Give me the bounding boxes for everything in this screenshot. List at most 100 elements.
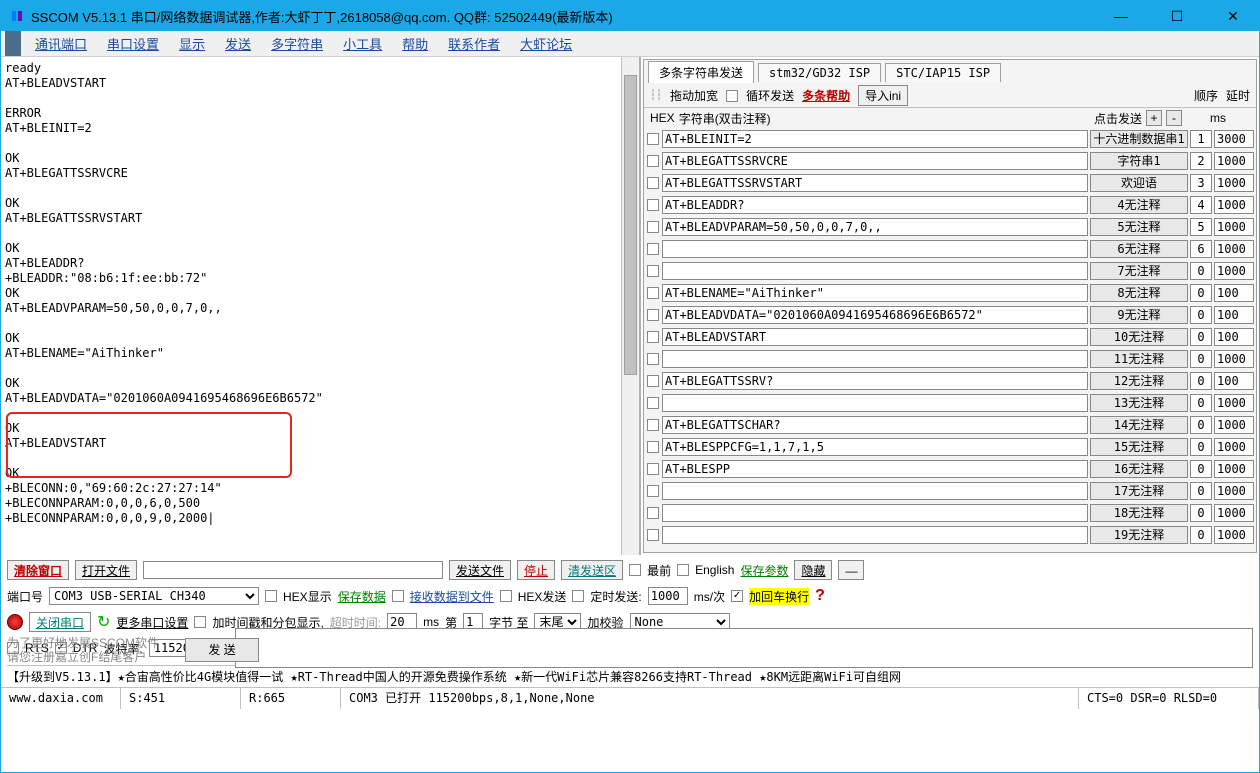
row-hex-checkbox[interactable] bbox=[647, 309, 659, 321]
close-port-button[interactable]: 关闭串口 bbox=[29, 612, 91, 632]
topmost-checkbox[interactable] bbox=[629, 564, 641, 576]
tab-stm32[interactable]: stm32/GD32 ISP bbox=[758, 63, 881, 82]
row-hex-checkbox[interactable] bbox=[647, 243, 659, 255]
row-send-button[interactable]: 12无注释 bbox=[1090, 372, 1188, 390]
row-seq-input[interactable] bbox=[1190, 152, 1212, 170]
send-button[interactable]: 发 送 bbox=[185, 638, 259, 662]
send-file-button[interactable]: 发送文件 bbox=[449, 560, 511, 580]
row-seq-input[interactable] bbox=[1190, 416, 1212, 434]
row-hex-checkbox[interactable] bbox=[647, 419, 659, 431]
row-send-button[interactable]: 欢迎语 bbox=[1090, 174, 1188, 192]
timed-send-checkbox[interactable] bbox=[572, 590, 584, 602]
menu-multistring[interactable]: 多字符串 bbox=[261, 34, 333, 53]
row-seq-input[interactable] bbox=[1190, 218, 1212, 236]
row-seq-input[interactable] bbox=[1190, 394, 1212, 412]
row-command-input[interactable] bbox=[662, 130, 1088, 148]
hex-send-checkbox[interactable] bbox=[500, 590, 512, 602]
row-delay-input[interactable] bbox=[1214, 196, 1254, 214]
row-send-button[interactable]: 4无注释 bbox=[1090, 196, 1188, 214]
menu-contact[interactable]: 联系作者 bbox=[438, 34, 510, 53]
more-settings-link[interactable]: 更多串口设置 bbox=[116, 614, 188, 631]
row-command-input[interactable] bbox=[662, 240, 1088, 258]
row-seq-input[interactable] bbox=[1190, 438, 1212, 456]
row-hex-checkbox[interactable] bbox=[647, 507, 659, 519]
row-command-input[interactable] bbox=[662, 218, 1088, 236]
row-send-button[interactable]: 15无注释 bbox=[1090, 438, 1188, 456]
row-hex-checkbox[interactable] bbox=[647, 199, 659, 211]
row-command-input[interactable] bbox=[662, 482, 1088, 500]
row-seq-input[interactable] bbox=[1190, 460, 1212, 478]
row-delay-input[interactable] bbox=[1214, 174, 1254, 192]
menu-tools[interactable]: 小工具 bbox=[333, 34, 392, 53]
terminal-output[interactable]: ready AT+BLEADVSTART ERROR AT+BLEINIT=2 … bbox=[1, 57, 621, 555]
row-send-button[interactable]: 7无注释 bbox=[1090, 262, 1188, 280]
row-delay-input[interactable] bbox=[1214, 416, 1254, 434]
clear-send-button[interactable]: 清发送区 bbox=[561, 560, 623, 580]
row-delay-input[interactable] bbox=[1214, 306, 1254, 324]
row-send-button[interactable]: 17无注释 bbox=[1090, 482, 1188, 500]
row-seq-input[interactable] bbox=[1190, 174, 1212, 192]
row-hex-checkbox[interactable] bbox=[647, 133, 659, 145]
hex-display-checkbox[interactable] bbox=[265, 590, 277, 602]
row-send-button[interactable]: 13无注释 bbox=[1090, 394, 1188, 412]
row-hex-checkbox[interactable] bbox=[647, 177, 659, 189]
clear-window-button[interactable]: 清除窗口 bbox=[7, 560, 69, 580]
row-command-input[interactable] bbox=[662, 416, 1088, 434]
minimize-button[interactable]: — bbox=[1103, 6, 1139, 26]
row-hex-checkbox[interactable] bbox=[647, 485, 659, 497]
row-seq-input[interactable] bbox=[1190, 526, 1212, 544]
row-delay-input[interactable] bbox=[1214, 482, 1254, 500]
row-command-input[interactable] bbox=[662, 350, 1088, 368]
row-seq-input[interactable] bbox=[1190, 372, 1212, 390]
row-send-button[interactable]: 6无注释 bbox=[1090, 240, 1188, 258]
row-command-input[interactable] bbox=[662, 152, 1088, 170]
multi-help-link[interactable]: 多条帮助 bbox=[802, 87, 850, 104]
row-command-input[interactable] bbox=[662, 394, 1088, 412]
row-send-button[interactable]: 18无注释 bbox=[1090, 504, 1188, 522]
row-command-input[interactable] bbox=[662, 262, 1088, 280]
row-delay-input[interactable] bbox=[1214, 460, 1254, 478]
minimize-panel-button[interactable]: — bbox=[838, 560, 864, 580]
row-send-button[interactable]: 19无注释 bbox=[1090, 526, 1188, 544]
row-command-input[interactable] bbox=[662, 174, 1088, 192]
row-command-input[interactable] bbox=[662, 504, 1088, 522]
terminal-scrollbar[interactable] bbox=[621, 57, 639, 555]
open-file-button[interactable]: 打开文件 bbox=[75, 560, 137, 580]
row-send-button[interactable]: 10无注释 bbox=[1090, 328, 1188, 346]
tab-multisend[interactable]: 多条字符串发送 bbox=[648, 61, 754, 83]
file-path-input[interactable] bbox=[143, 561, 443, 579]
menu-help[interactable]: 帮助 bbox=[392, 34, 438, 53]
row-command-input[interactable] bbox=[662, 306, 1088, 324]
row-command-input[interactable] bbox=[662, 438, 1088, 456]
refresh-icon[interactable]: ↻ bbox=[97, 612, 110, 632]
row-send-button[interactable]: 5无注释 bbox=[1090, 218, 1188, 236]
hide-button[interactable]: 隐藏 bbox=[794, 560, 832, 580]
menu-send[interactable]: 发送 bbox=[215, 34, 261, 53]
status-url[interactable]: www.daxia.com bbox=[1, 688, 121, 709]
row-delay-input[interactable] bbox=[1214, 372, 1254, 390]
stop-button[interactable]: 停止 bbox=[517, 560, 555, 580]
drag-grip[interactable]: ┆┆ bbox=[650, 90, 662, 101]
row-seq-input[interactable] bbox=[1190, 328, 1212, 346]
import-ini-button[interactable]: 导入ini bbox=[858, 85, 908, 106]
row-send-button[interactable]: 11无注释 bbox=[1090, 350, 1188, 368]
row-hex-checkbox[interactable] bbox=[647, 375, 659, 387]
menu-serial-settings[interactable]: 串口设置 bbox=[97, 34, 169, 53]
plus-button[interactable]: + bbox=[1146, 110, 1162, 126]
add-crlf-checkbox[interactable] bbox=[731, 590, 743, 602]
menu-forum[interactable]: 大虾论坛 bbox=[510, 34, 582, 53]
row-hex-checkbox[interactable] bbox=[647, 463, 659, 475]
row-seq-input[interactable] bbox=[1190, 284, 1212, 302]
row-hex-checkbox[interactable] bbox=[647, 287, 659, 299]
help-icon[interactable]: ? bbox=[815, 587, 825, 605]
row-send-button[interactable]: 14无注释 bbox=[1090, 416, 1188, 434]
row-seq-input[interactable] bbox=[1190, 504, 1212, 522]
row-hex-checkbox[interactable] bbox=[647, 265, 659, 277]
row-seq-input[interactable] bbox=[1190, 240, 1212, 258]
tab-stc[interactable]: STC/IAP15 ISP bbox=[885, 63, 1001, 82]
maximize-button[interactable]: ☐ bbox=[1159, 6, 1195, 26]
row-seq-input[interactable] bbox=[1190, 350, 1212, 368]
row-seq-input[interactable] bbox=[1190, 196, 1212, 214]
row-hex-checkbox[interactable] bbox=[647, 529, 659, 541]
row-delay-input[interactable] bbox=[1214, 526, 1254, 544]
